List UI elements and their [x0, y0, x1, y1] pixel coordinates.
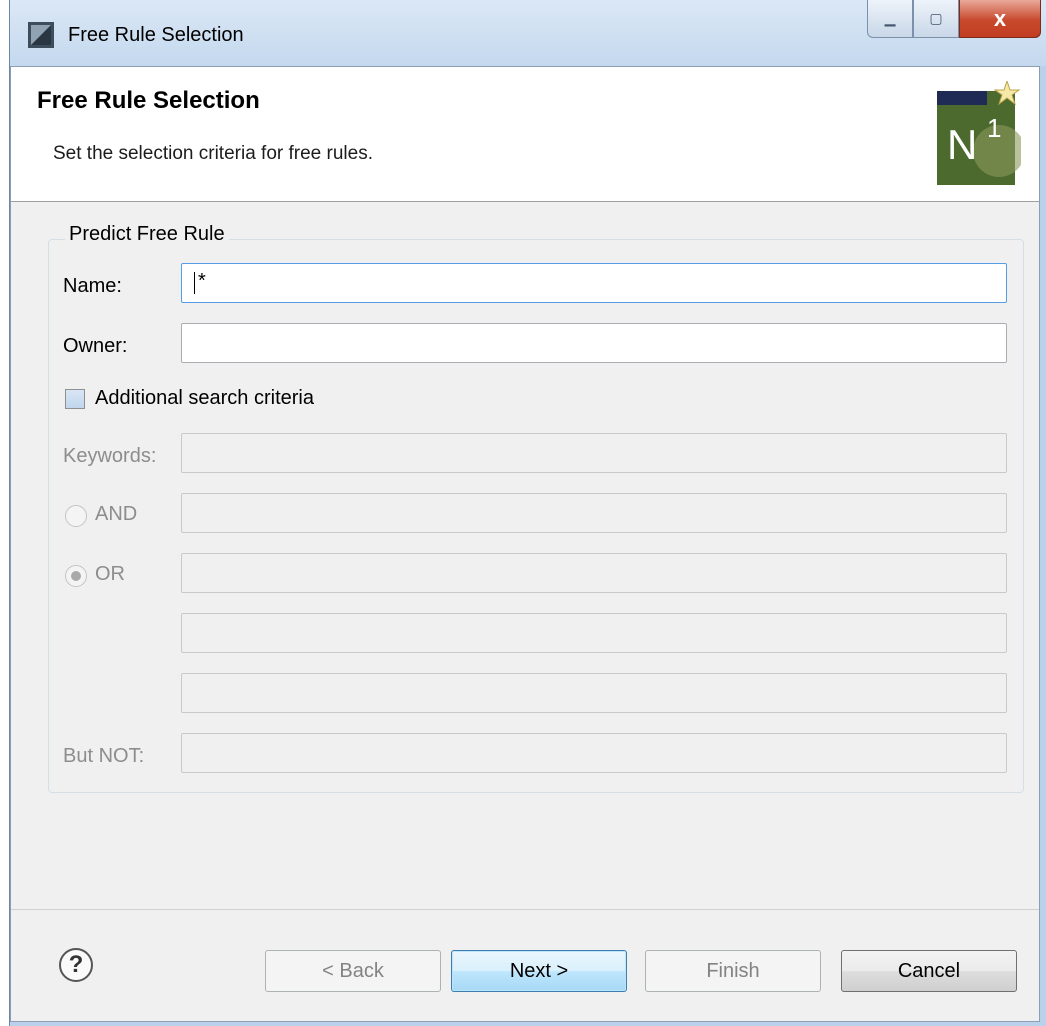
logo-letter: N	[947, 121, 977, 168]
page-title: Free Rule Selection	[37, 87, 260, 114]
n1-logo-icon: N 1	[937, 81, 1021, 185]
cancel-button[interactable]: Cancel	[841, 950, 1017, 992]
owner-label: Owner:	[63, 335, 128, 357]
additional-criteria-label[interactable]: Additional search criteria	[95, 387, 314, 410]
next-button[interactable]: Next >	[451, 950, 627, 992]
window-title: Free Rule Selection	[68, 24, 244, 46]
button-bar: ? < Back Next > Finish Cancel	[11, 909, 1039, 1024]
maximize-button[interactable]: ▢	[913, 0, 959, 38]
name-label: Name:	[63, 275, 122, 297]
minimize-icon: ▁	[884, 10, 896, 26]
or-keyword-input-2[interactable]	[181, 613, 1007, 653]
keywords-input[interactable]	[181, 433, 1007, 473]
additional-criteria-checkbox[interactable]	[65, 389, 85, 409]
help-icon[interactable]: ?	[59, 948, 93, 982]
and-keyword-input[interactable]	[181, 493, 1007, 533]
or-label: OR	[95, 563, 125, 585]
owner-input[interactable]	[181, 323, 1007, 363]
dialog-client-area: Free Rule Selection Set the selection cr…	[10, 66, 1040, 1022]
window-controls: ▁ ▢ x	[867, 0, 1041, 38]
finish-button[interactable]: Finish	[645, 950, 821, 992]
close-icon: x	[993, 5, 1007, 31]
minimize-button[interactable]: ▁	[867, 0, 913, 38]
text-cursor	[194, 272, 195, 294]
but-not-input[interactable]	[181, 733, 1007, 773]
title-bar[interactable]: Free Rule Selection ▁ ▢ x	[10, 0, 1046, 66]
page-description: Set the selection criteria for free rule…	[53, 143, 373, 164]
logo-superscript: 1	[987, 113, 1001, 143]
or-keyword-input-3[interactable]	[181, 673, 1007, 713]
but-not-label: But NOT:	[63, 745, 145, 767]
group-legend: Predict Free Rule	[65, 223, 229, 246]
back-button[interactable]: < Back	[265, 950, 441, 992]
keywords-label: Keywords:	[63, 445, 157, 467]
dialog-window: Free Rule Selection ▁ ▢ x Free Rule Sele…	[9, 0, 1046, 1026]
maximize-icon: ▢	[929, 10, 943, 26]
name-input[interactable]: *	[181, 263, 1007, 303]
close-button[interactable]: x	[959, 0, 1041, 38]
name-input-value: *	[198, 270, 206, 292]
wizard-header: Free Rule Selection Set the selection cr…	[11, 67, 1039, 202]
and-radio[interactable]	[65, 505, 87, 527]
and-label: AND	[95, 503, 138, 525]
or-radio[interactable]	[65, 565, 87, 587]
or-keyword-input-1[interactable]	[181, 553, 1007, 593]
app-icon	[28, 22, 54, 48]
